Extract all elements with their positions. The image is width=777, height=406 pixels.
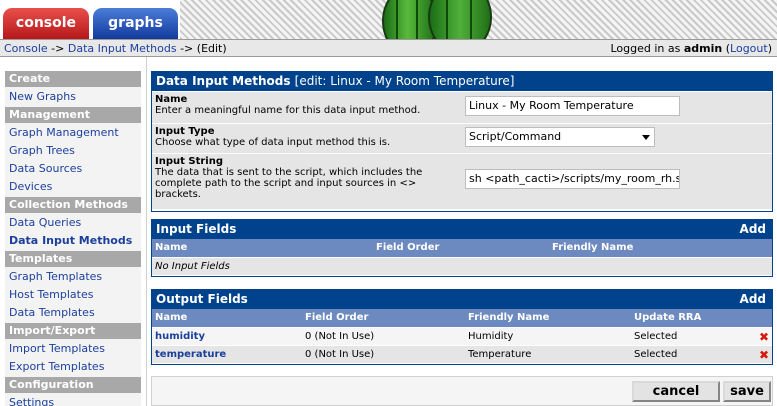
sidebar-header-management: Management bbox=[5, 107, 141, 123]
login-username: admin bbox=[683, 42, 723, 55]
input-string-input[interactable]: sh <path_cacti>/scripts/my_room_rh.sh bbox=[465, 169, 680, 189]
sidebar-item-data-sources[interactable]: Data Sources bbox=[5, 161, 141, 177]
output-field-update-rra: Selected bbox=[634, 349, 678, 360]
panel-title: Data Input Methods bbox=[156, 74, 291, 88]
output-fields-panel: Output Fields Add Name Field Order Frien… bbox=[151, 289, 773, 365]
breadcrumb-console-link[interactable]: Console bbox=[4, 42, 48, 55]
empty-message: No Input Fields bbox=[155, 261, 230, 272]
name-input[interactable]: Linux - My Room Temperature bbox=[465, 96, 680, 116]
sidebar-item-data-queries[interactable]: Data Queries bbox=[5, 215, 141, 231]
input-string-description: The data that is sent to the script, whi… bbox=[155, 167, 423, 200]
output-field-friendly-name: Humidity bbox=[468, 331, 514, 342]
sidebar-item-data-templates[interactable]: Data Templates bbox=[5, 305, 141, 321]
table-row: humidity 0 (Not In Use) Humidity Selecte… bbox=[152, 327, 772, 345]
input-string-label: Input String bbox=[155, 156, 223, 167]
sidebar-item-export-templates[interactable]: Export Templates bbox=[5, 359, 141, 375]
output-fields-title: Output Fields bbox=[156, 292, 248, 306]
input-fields-title: Input Fields bbox=[156, 222, 237, 236]
output-fields-add-link[interactable]: Add bbox=[740, 290, 766, 309]
output-field-order: 0 (Not In Use) bbox=[305, 349, 375, 360]
sidebar-header-create: Create bbox=[5, 71, 141, 87]
column-header-name: Name bbox=[155, 242, 188, 253]
sidebar-header-templates: Templates bbox=[5, 251, 141, 267]
sidebar-item-graph-templates[interactable]: Graph Templates bbox=[5, 269, 141, 285]
form-button-bar: cancel save bbox=[151, 376, 773, 406]
save-button[interactable]: save bbox=[723, 381, 771, 402]
table-row: temperature 0 (Not In Use) Temperature S… bbox=[152, 345, 772, 363]
login-status: Logged in as admin (Logout) bbox=[610, 42, 772, 55]
sidebar-header-configuration: Configuration bbox=[5, 377, 141, 393]
sidebar-item-graph-management[interactable]: Graph Management bbox=[5, 125, 141, 141]
delete-x-icon[interactable]: ✖ bbox=[759, 346, 769, 364]
input-fields-add-link[interactable]: Add bbox=[740, 220, 766, 239]
sidebar-item-devices[interactable]: Devices bbox=[5, 179, 141, 195]
panel-subtitle: [edit: Linux - My Room Temperature] bbox=[294, 74, 515, 88]
breadcrumb-bar: Console -> Data Input Methods -> (Edit) … bbox=[0, 39, 777, 57]
column-header-update-rra: Update RRA bbox=[634, 312, 702, 323]
sidebar-header-collection-methods: Collection Methods bbox=[5, 197, 141, 213]
sidebar-item-graph-trees[interactable]: Graph Trees bbox=[5, 143, 141, 159]
output-fields-table-header: Name Field Order Friendly Name Update RR… bbox=[152, 309, 772, 327]
input-fields-panel: Input Fields Add Name Field Order Friend… bbox=[151, 219, 773, 277]
chevron-down-icon bbox=[642, 135, 650, 140]
breadcrumb: Console -> Data Input Methods -> (Edit) bbox=[4, 42, 227, 55]
tab-console[interactable]: console bbox=[3, 8, 89, 39]
sidebar-item-import-templates[interactable]: Import Templates bbox=[5, 341, 141, 357]
output-field-order: 0 (Not In Use) bbox=[305, 331, 375, 342]
column-header-field-order: Field Order bbox=[305, 312, 369, 323]
tab-graphs[interactable]: graphs bbox=[93, 8, 178, 39]
input-type-value: Script/Command bbox=[469, 130, 562, 143]
output-field-name-link[interactable]: temperature bbox=[155, 346, 226, 364]
input-type-description: Choose what type of data input method th… bbox=[155, 137, 391, 148]
output-field-name-link[interactable]: humidity bbox=[155, 328, 205, 346]
output-field-update-rra: Selected bbox=[634, 331, 678, 342]
breadcrumb-separator: -> bbox=[176, 42, 197, 55]
sidebar-menu: Create New Graphs Management Graph Manag… bbox=[5, 71, 141, 406]
header-banner: console graphs bbox=[0, 0, 777, 39]
sidebar-item-settings[interactable]: Settings bbox=[5, 395, 141, 406]
panel-header: Data Input Methods [edit: Linux - My Roo… bbox=[152, 72, 772, 91]
column-header-friendly-name: Friendly Name bbox=[552, 242, 634, 253]
input-type-row: Input Type Choose what type of data inpu… bbox=[152, 123, 772, 153]
column-header-friendly-name: Friendly Name bbox=[468, 312, 550, 323]
output-field-friendly-name: Temperature bbox=[468, 349, 532, 360]
cancel-button[interactable]: cancel bbox=[632, 381, 720, 402]
cactus-logo bbox=[382, 0, 502, 39]
name-row: Name Enter a meaningful name for this da… bbox=[152, 91, 772, 123]
name-label: Name bbox=[155, 94, 188, 105]
input-string-label-block: Input String The data that is sent to th… bbox=[155, 156, 455, 200]
input-type-label-block: Input Type Choose what type of data inpu… bbox=[155, 126, 455, 148]
breadcrumb-data-input-methods-link[interactable]: Data Input Methods bbox=[68, 42, 177, 55]
sidebar-header-import-export: Import/Export bbox=[5, 323, 141, 339]
input-type-select[interactable]: Script/Command bbox=[465, 127, 655, 147]
input-string-row: Input String The data that is sent to th… bbox=[152, 153, 772, 209]
input-fields-table-header: Name Field Order Friendly Name bbox=[152, 239, 772, 257]
sidebar-item-data-input-methods[interactable]: Data Input Methods bbox=[5, 233, 141, 249]
delete-x-icon[interactable]: ✖ bbox=[759, 328, 769, 346]
output-fields-header: Output Fields Add bbox=[152, 290, 772, 309]
input-fields-empty-row: No Input Fields bbox=[152, 257, 772, 275]
logout-link[interactable]: Logout bbox=[730, 42, 768, 55]
data-input-method-panel: Data Input Methods [edit: Linux - My Roo… bbox=[151, 71, 773, 212]
column-header-field-order: Field Order bbox=[376, 242, 440, 253]
name-label-block: Name Enter a meaningful name for this da… bbox=[155, 94, 455, 116]
breadcrumb-current: (Edit) bbox=[196, 42, 227, 55]
input-fields-header: Input Fields Add bbox=[152, 220, 772, 239]
breadcrumb-separator: -> bbox=[47, 42, 68, 55]
column-header-name: Name bbox=[155, 312, 188, 323]
sidebar-item-new-graphs[interactable]: New Graphs bbox=[5, 89, 141, 105]
sidebar-divider bbox=[146, 57, 147, 406]
input-type-label: Input Type bbox=[155, 126, 215, 137]
name-description: Enter a meaningful name for this data in… bbox=[155, 105, 421, 116]
sidebar-item-host-templates[interactable]: Host Templates bbox=[5, 287, 141, 303]
